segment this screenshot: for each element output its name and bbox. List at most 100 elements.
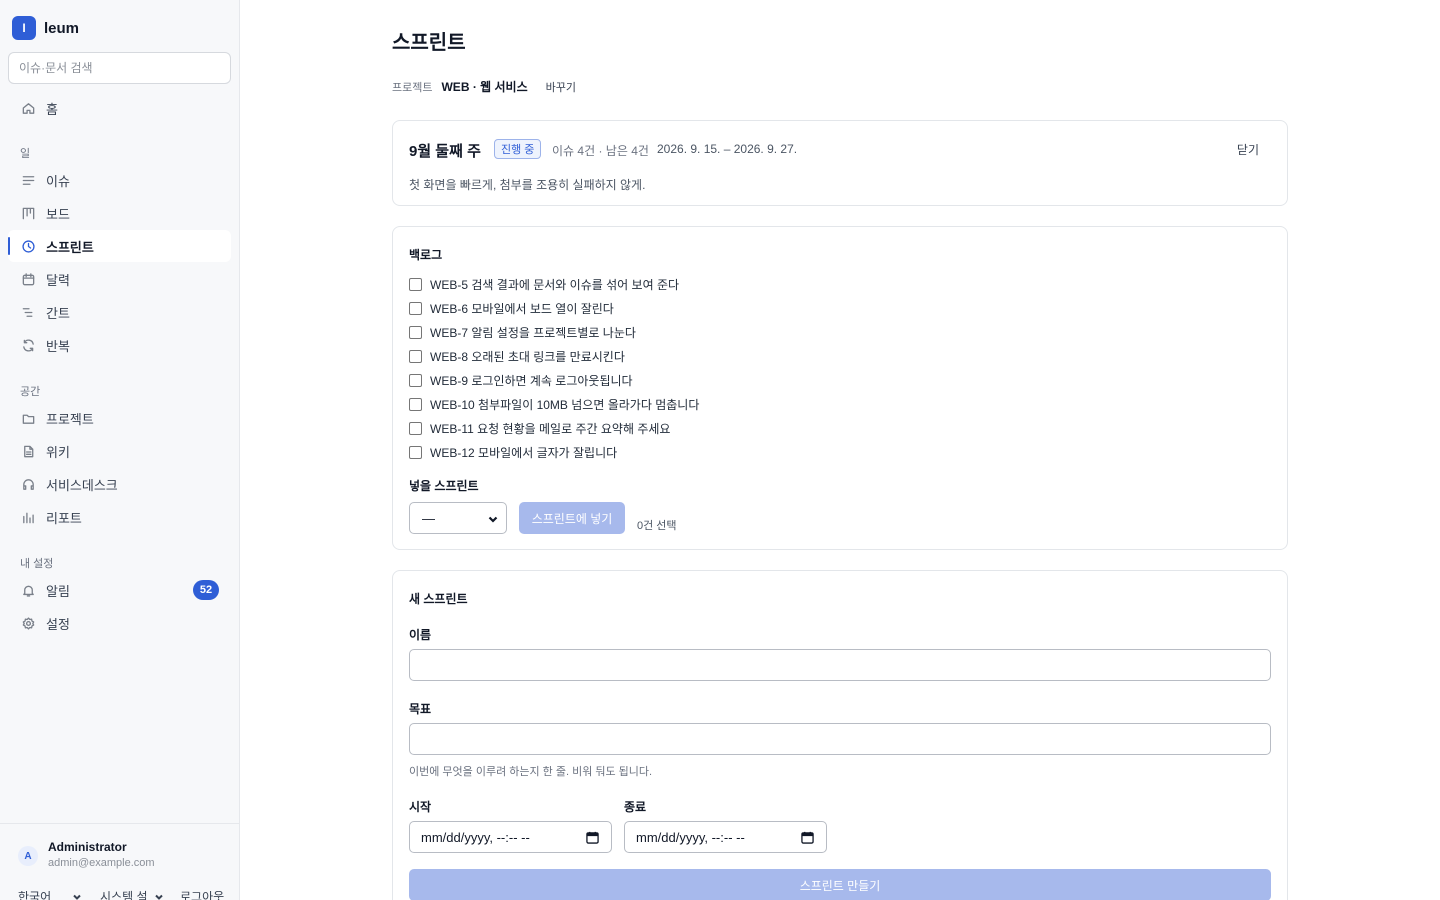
issue-checkbox[interactable] xyxy=(409,350,422,363)
sidebar-item-board[interactable]: 보드 xyxy=(8,197,231,229)
close-sprint-button[interactable]: 닫기 xyxy=(1237,141,1259,158)
theme-value: 시스템 설 xyxy=(100,890,148,900)
new-sprint-title: 새 스프린트 xyxy=(409,592,468,606)
gear-icon xyxy=(20,615,36,631)
issue-title: 검색 결과에 문서와 이슈를 섞어 보여 준다 xyxy=(471,278,680,292)
change-project-link[interactable]: 바꾸기 xyxy=(546,79,576,95)
sidebar-item-label: 알림 xyxy=(46,583,70,599)
issue-checkbox[interactable] xyxy=(409,326,422,339)
end-date-input[interactable]: mm/dd/yyyy, --:-- -- xyxy=(624,821,827,853)
sprint-goal-input[interactable] xyxy=(409,723,1271,755)
calendar-icon[interactable] xyxy=(586,831,599,844)
chevron-down-icon xyxy=(73,894,81,900)
issue-title: 알림 설정을 프로젝트별로 나눈다 xyxy=(471,326,636,340)
project-value: WEB · 웹 서비스 xyxy=(441,80,528,94)
issue-title: 오래된 초대 링크를 만료시킨다 xyxy=(471,350,625,364)
clock-icon xyxy=(20,238,36,254)
start-date-placeholder: mm/dd/yyyy, --:-- -- xyxy=(421,829,530,845)
sidebar-footer: A Administrator admin@example.com 한국어 시스… xyxy=(0,823,239,900)
sidebar-item-reports[interactable]: 리포트 xyxy=(8,501,231,533)
start-date-input[interactable]: mm/dd/yyyy, --:-- -- xyxy=(409,821,612,853)
add-to-sprint-button[interactable]: 스프린트에 넣기 xyxy=(519,502,625,534)
notification-count-badge: 52 xyxy=(193,580,219,600)
sidebar-item-sprint[interactable]: 스프린트 xyxy=(8,230,231,262)
sidebar-item-label: 스프린트 xyxy=(46,239,94,255)
issue-checkbox[interactable] xyxy=(409,302,422,315)
project-label: 프로젝트 xyxy=(392,81,433,94)
issue-key: WEB-9 xyxy=(430,373,469,388)
backlog-issue-row[interactable]: WEB-8 오래된 초대 링크를 만료시킨다 xyxy=(409,348,625,365)
brand[interactable]: I leum xyxy=(12,16,79,40)
backlog-issue-row[interactable]: WEB-11 요청 현황을 메일로 주간 요약해 주세요 xyxy=(409,420,670,437)
issue-key: WEB-5 xyxy=(430,277,469,292)
search-input[interactable] xyxy=(8,52,231,84)
active-sprint-card: 9월 둘째 주 진행 중 이슈 4건 · 남은 4건 2026. 9. 15. … xyxy=(392,120,1288,206)
sidebar-item-label: 간트 xyxy=(46,305,70,321)
home-icon xyxy=(20,100,36,116)
sidebar-item-projects[interactable]: 프로젝트 xyxy=(8,402,231,434)
sidebar-item-home[interactable]: 홈 xyxy=(8,92,231,124)
name-label: 이름 xyxy=(409,628,432,642)
sidebar-item-calendar[interactable]: 달력 xyxy=(8,263,231,295)
calendar-icon[interactable] xyxy=(801,831,814,844)
sprint-name-input[interactable] xyxy=(409,649,1271,681)
board-icon xyxy=(20,205,36,221)
issue-key: WEB-12 xyxy=(430,445,475,460)
backlog-issue-row[interactable]: WEB-6 모바일에서 보드 열이 잘린다 xyxy=(409,300,614,317)
backlog-title: 백로그 xyxy=(409,248,443,262)
sidebar-item-label: 프로젝트 xyxy=(46,411,94,427)
app-name: leum xyxy=(44,19,80,37)
sidebar-item-repeat[interactable]: 반복 xyxy=(8,329,231,361)
backlog-issue-row[interactable]: WEB-10 첨부파일이 10MB 넘으면 올라가다 멈춥니다 xyxy=(409,396,699,413)
theme-select[interactable]: 시스템 설 xyxy=(100,888,164,900)
issue-checkbox[interactable] xyxy=(409,374,422,387)
issue-title: 첨부파일이 10MB 넘으면 올라가다 멈춥니다 xyxy=(478,398,700,412)
sidebar-item-wiki[interactable]: 위키 xyxy=(8,435,231,467)
backlog-issue-row[interactable]: WEB-5 검색 결과에 문서와 이슈를 섞어 보여 준다 xyxy=(409,276,679,293)
gantt-icon xyxy=(20,304,36,320)
target-sprint-label: 넣을 스프린트 xyxy=(409,479,479,493)
folder-icon xyxy=(20,410,36,426)
issue-checkbox[interactable] xyxy=(409,398,422,411)
backlog-issue-row[interactable]: WEB-9 로그인하면 계속 로그아웃됩니다 xyxy=(409,372,633,389)
sidebar-item-label: 이슈 xyxy=(46,173,70,189)
app-logo: I xyxy=(12,16,36,40)
backlog-issue-row[interactable]: WEB-7 알림 설정을 프로젝트별로 나눈다 xyxy=(409,324,636,341)
issue-title: 모바일에서 글자가 잘립니다 xyxy=(478,446,618,460)
issue-checkbox[interactable] xyxy=(409,422,422,435)
logout-button[interactable]: 로그아웃 xyxy=(180,888,224,900)
issue-checkbox[interactable] xyxy=(409,446,422,459)
sidebar-item-label: 보드 xyxy=(46,206,70,222)
section-label-work: 일 xyxy=(20,148,31,160)
repeat-icon xyxy=(20,337,36,353)
sidebar-item-settings[interactable]: 설정 xyxy=(8,607,231,639)
sidebar-item-gantt[interactable]: 간트 xyxy=(8,296,231,328)
section-label-space: 공간 xyxy=(20,386,41,398)
avatar[interactable]: A xyxy=(18,846,38,866)
backlog-card: 백로그 WEB-5 검색 결과에 문서와 이슈를 섞어 보여 준다 WEB-6 모… xyxy=(392,226,1288,550)
backlog-issue-row[interactable]: WEB-12 모바일에서 글자가 잘립니다 xyxy=(409,444,617,461)
issue-title: 요청 현황을 메일로 주간 요약해 주세요 xyxy=(477,422,671,436)
page-title: 스프린트 xyxy=(392,32,466,54)
sidebar: I leum 홈 일 이슈 보드 스프린트 달력 간트 반복 공간 프로젝트 위… xyxy=(0,0,240,900)
target-sprint-select[interactable]: — xyxy=(409,502,507,534)
issue-checkbox[interactable] xyxy=(409,278,422,291)
sprint-goal: 첫 화면을 빠르게, 첨부를 조용히 실패하지 않게. xyxy=(409,178,646,192)
sidebar-item-label: 반복 xyxy=(46,338,70,354)
sidebar-item-label: 달력 xyxy=(46,272,70,288)
sidebar-item-servicedesk[interactable]: 서비스데스크 xyxy=(8,468,231,500)
project-selector: 프로젝트 WEB · 웹 서비스 바꾸기 xyxy=(392,78,576,95)
sidebar-item-label: 홈 xyxy=(46,101,58,117)
goal-label: 목표 xyxy=(409,702,432,716)
sprint-name: 9월 둘째 주 xyxy=(409,143,481,160)
sidebar-item-notifications[interactable]: 알림 52 xyxy=(8,574,231,606)
sidebar-item-label: 설정 xyxy=(46,616,70,632)
issue-key: WEB-7 xyxy=(430,325,469,340)
user-name: Administrator xyxy=(48,840,127,854)
create-sprint-button[interactable]: 스프린트 만들기 xyxy=(409,869,1271,900)
status-badge: 진행 중 xyxy=(494,139,542,159)
new-sprint-card: 새 스프린트 이름 목표 이번에 무엇을 이루려 하는지 한 줄. 비워 둬도 … xyxy=(392,570,1288,900)
sidebar-item-issues[interactable]: 이슈 xyxy=(8,164,231,196)
issue-key: WEB-10 xyxy=(430,397,475,412)
language-select[interactable]: 한국어 xyxy=(18,888,82,900)
